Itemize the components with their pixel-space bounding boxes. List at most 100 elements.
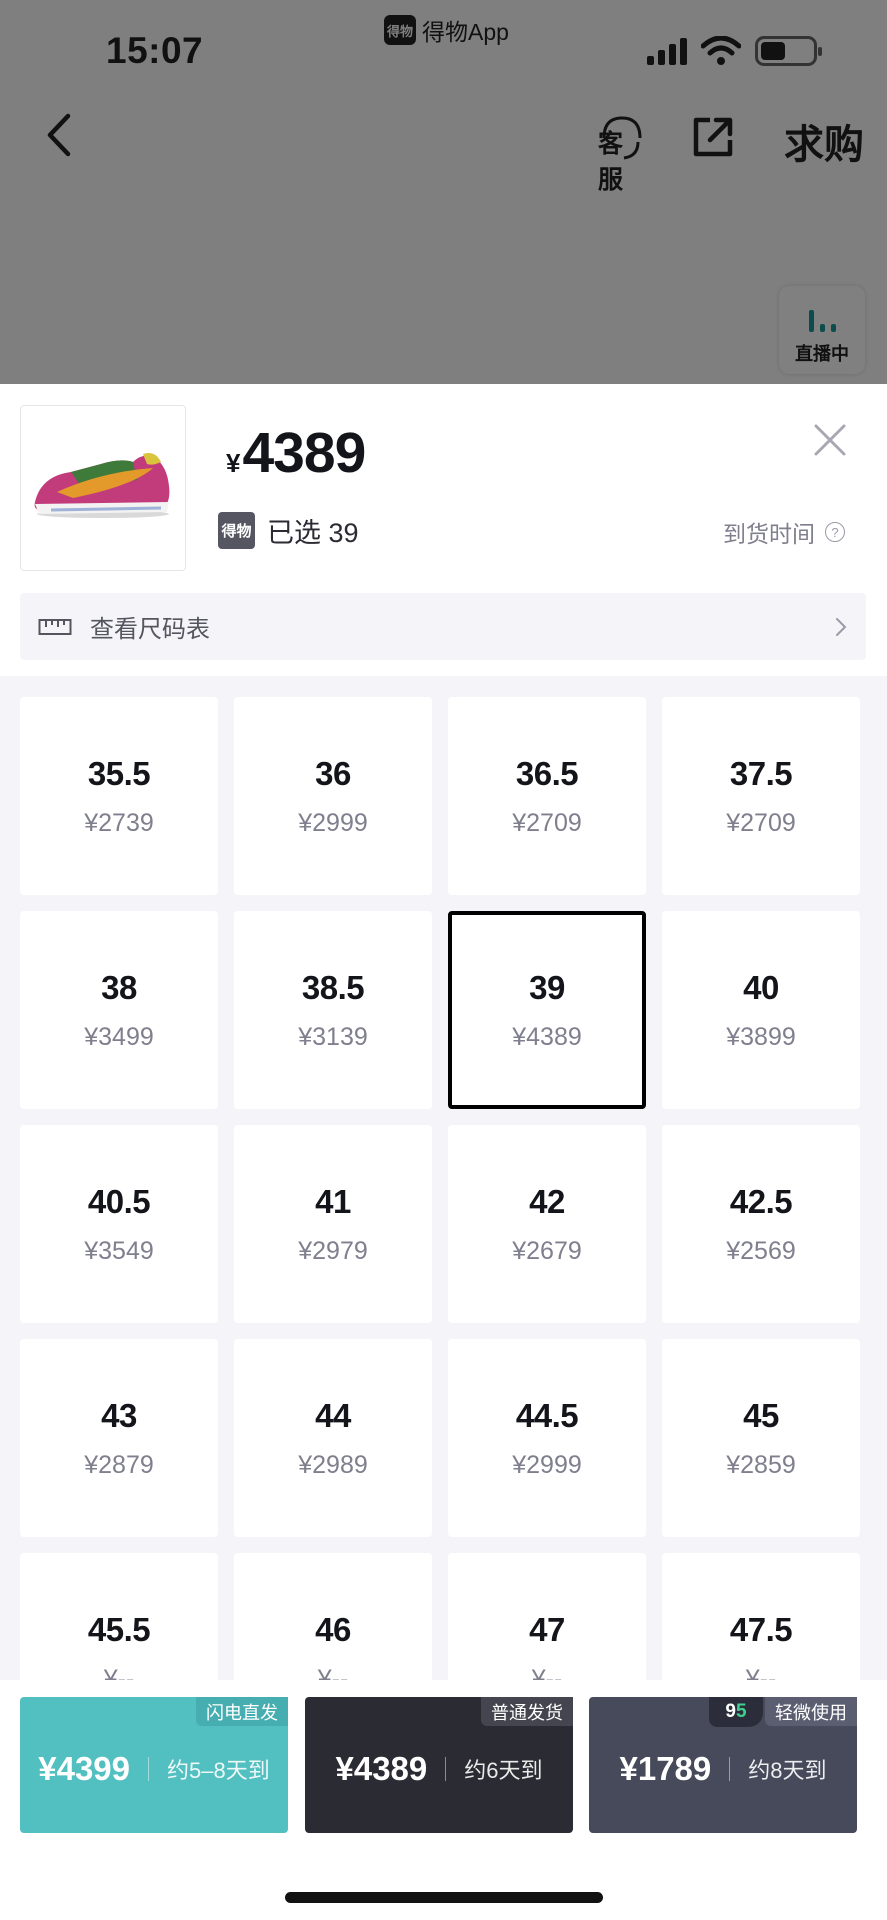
selected-size-row: 得物 已选 39 [218,511,359,550]
app-name: 得物App [422,19,509,45]
size-label: 47.5 [729,1610,793,1648]
size-price: ¥2569 [726,1236,796,1265]
option-price: ¥1789 [619,1750,712,1787]
size-price: ¥2979 [298,1236,368,1265]
size-option[interactable]: 36 ¥2999 [234,697,432,895]
size-label: 38 [101,968,137,1006]
option-delivery: 约5–8天到 [167,1758,270,1783]
size-option[interactable]: 45 ¥2859 [662,1339,860,1537]
live-bars-icon [808,308,836,332]
size-label: 37.5 [729,754,793,792]
live-stream-button[interactable]: 直播中 [779,286,865,374]
size-option[interactable]: 38.5 ¥3139 [234,911,432,1109]
size-option[interactable]: 43 ¥2879 [20,1339,218,1537]
help-icon[interactable]: ? [825,522,845,542]
size-option[interactable]: 35.5 ¥2739 [20,697,218,895]
purchase-option-express[interactable]: 闪电直发 ¥4399 约5–8天到 [20,1697,288,1833]
purchase-option-standard[interactable]: 普通发货 ¥4389 约6天到 [305,1697,573,1833]
size-price: ¥2709 [512,808,582,837]
size-option[interactable]: 38 ¥3499 [20,911,218,1109]
size-label: 36 [315,754,351,792]
option-price: ¥4399 [38,1750,131,1787]
currency-symbol: ¥ [226,448,241,478]
size-label: 46 [315,1610,351,1648]
size-label: 36.5 [515,754,579,792]
close-icon[interactable] [812,422,848,458]
size-price: ¥2879 [84,1450,154,1479]
sneaker-image [34,453,170,518]
option-tag: 普通发货 [481,1697,573,1726]
size-price: ¥2989 [298,1450,368,1479]
size-label: 42 [529,1182,565,1220]
platform-badge-icon: 得物 [218,512,255,549]
size-price: ¥4389 [512,1022,582,1051]
size-grid: 35.5 ¥2739 36 ¥2999 36.5 ¥2709 37.5 ¥2709 38 ¥349… [20,697,866,1751]
status-icons [647,36,822,66]
size-label: 45 [743,1396,779,1434]
price-value: 4389 [242,421,366,485]
size-option[interactable]: 42 ¥2679 [448,1125,646,1323]
size-option[interactable]: 39 ¥4389 [448,911,646,1109]
option-tag: 闪电直发 [196,1697,288,1726]
arrival-time-label: 到货时间 [723,521,815,547]
product-page-backdrop[interactable]: 15:07 得物 得物App 客服 求购 直播中 [0,0,887,384]
size-option[interactable]: 44 ¥2989 [234,1339,432,1537]
size-price: ¥3499 [84,1022,154,1051]
size-label: 35.5 [87,754,151,792]
size-label: 41 [315,1182,351,1220]
option-tag: 轻微使用 [765,1697,857,1726]
wifi-icon [701,36,741,65]
size-label: 45.5 [87,1610,151,1648]
option-delivery: 约6天到 [464,1758,543,1783]
size-option[interactable]: 40.5 ¥3549 [20,1125,218,1323]
size-price: ¥3899 [726,1022,796,1051]
purchase-option-lightly-used[interactable]: 95 轻微使用 ¥1789 约8天到 [589,1697,857,1833]
share-icon[interactable] [690,114,736,160]
customer-service-label: 客服 [598,130,624,194]
selected-size-text: 已选 39 [267,518,359,548]
size-label: 47 [529,1610,565,1648]
size-label: 44 [315,1396,351,1434]
size-label: 42.5 [729,1182,793,1220]
app-indicator: 得物 得物App [384,13,509,47]
condition-95-badge: 95 [709,1697,763,1727]
size-option[interactable]: 41 ¥2979 [234,1125,432,1323]
status-time: 15:07 [106,30,204,71]
size-price: ¥2679 [512,1236,582,1265]
app-logo-icon: 得物 [384,15,416,45]
size-price: ¥2999 [512,1450,582,1479]
size-price: ¥3549 [84,1236,154,1265]
seek-to-buy-button[interactable]: 求购 [784,112,864,170]
arrival-time-info[interactable]: 到货时间 ? [723,515,845,549]
size-label: 43 [101,1396,137,1434]
battery-icon [755,36,822,66]
selected-price: ¥ 4389 [226,420,366,486]
size-option[interactable]: 36.5 ¥2709 [448,697,646,895]
size-label: 40.5 [87,1182,151,1220]
size-label: 39 [529,968,565,1006]
customer-service-button[interactable]: 客服 [598,114,646,194]
size-price: ¥2709 [726,808,796,837]
size-price: ¥3139 [298,1022,368,1051]
size-label: 44.5 [515,1396,579,1434]
live-label: 直播中 [795,344,849,364]
ruler-icon [38,618,72,635]
size-option[interactable]: 37.5 ¥2709 [662,697,860,895]
option-price: ¥4389 [335,1750,428,1787]
size-price: ¥2739 [84,808,154,837]
size-price: ¥2859 [726,1450,796,1479]
size-option[interactable]: 42.5 ¥2569 [662,1125,860,1323]
size-chart-link[interactable]: 查看尺码表 [20,593,866,660]
chevron-right-icon [836,617,847,636]
option-delivery: 约8天到 [748,1758,827,1783]
size-label: 40 [743,968,779,1006]
back-arrow-icon[interactable] [40,110,80,160]
size-option[interactable]: 40 ¥3899 [662,911,860,1109]
size-label: 38.5 [301,968,365,1006]
size-option[interactable]: 44.5 ¥2999 [448,1339,646,1537]
size-chart-label: 查看尺码表 [90,616,210,643]
home-indicator [285,1892,603,1903]
product-thumbnail [20,405,186,571]
cellular-signal-icon [647,37,687,65]
size-price: ¥2999 [298,808,368,837]
